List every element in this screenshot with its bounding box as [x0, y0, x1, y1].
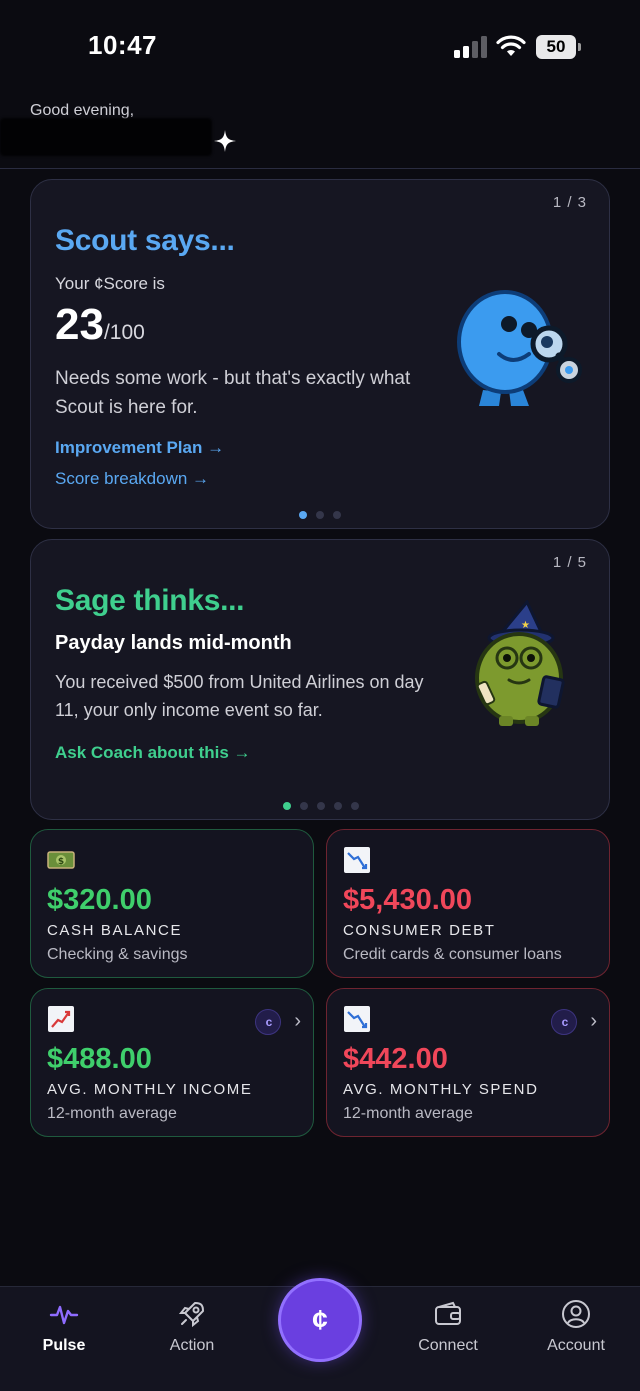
sage-insight-card[interactable]: 1 / 5 Sage thinks... Payday lands mid-mo…	[30, 539, 610, 820]
page-dot[interactable]	[317, 802, 325, 810]
battery-nub	[578, 43, 581, 51]
improvement-plan-link[interactable]: Improvement Plan →	[55, 438, 224, 458]
consumer-debt-value: $5,430.00	[343, 884, 473, 916]
scout-mascot-icon	[457, 290, 582, 406]
wifi-icon	[496, 35, 526, 56]
scout-page-dots[interactable]	[299, 511, 341, 519]
cash-balance-title: CASH BALANCE	[47, 922, 183, 939]
coin-badge-icon[interactable]	[255, 1009, 282, 1035]
status-bar: 10:47 50	[0, 0, 640, 90]
account-icon	[562, 1300, 590, 1328]
avg-spend-value: $442.00	[343, 1043, 448, 1075]
tab-connect-label: Connect	[418, 1337, 478, 1354]
redacted-username	[0, 118, 212, 156]
tab-pulse-label: Pulse	[42, 1337, 86, 1354]
battery-icon: 50	[536, 35, 576, 59]
cash-balance-value: $320.00	[47, 884, 152, 916]
tab-pulse[interactable]: Pulse	[9, 1299, 119, 1369]
cash-balance-card[interactable]: $ $320.00 CASH BALANCE Checking & saving…	[30, 829, 314, 978]
consumer-debt-subtitle: Credit cards & consumer loans	[343, 946, 562, 963]
scout-heading: Scout says...	[55, 224, 235, 257]
page-dot[interactable]	[333, 511, 341, 519]
tab-account[interactable]: Account	[521, 1299, 631, 1369]
sparkle-icon	[214, 130, 236, 152]
sage-subtitle: Payday lands mid-month	[55, 632, 292, 654]
page-dot[interactable]	[300, 802, 308, 810]
wallet-icon	[435, 1301, 461, 1325]
chart-decreasing-icon	[344, 847, 370, 873]
coin-icon: ¢	[312, 1304, 328, 1335]
center-coin-button[interactable]: ¢	[281, 1281, 359, 1359]
sage-heading: Sage thinks...	[55, 584, 245, 617]
pulse-icon	[49, 1305, 79, 1325]
score-max: /100	[103, 321, 145, 344]
tab-action[interactable]: Action	[137, 1299, 247, 1369]
ask-coach-link[interactable]: Ask Coach about this →	[55, 743, 251, 763]
chevron-right-icon[interactable]: ›	[294, 1009, 301, 1033]
consumer-debt-title: CONSUMER DEBT	[343, 922, 496, 939]
cash-balance-subtitle: Checking & savings	[47, 946, 188, 963]
header-divider	[0, 168, 640, 169]
chart-decreasing-icon	[344, 1006, 370, 1032]
score-description: Needs some work - but that's exactly wha…	[55, 368, 411, 418]
page-dot-active[interactable]	[299, 511, 307, 519]
money-icon: $	[47, 851, 75, 869]
page-dot[interactable]	[316, 511, 324, 519]
page-dot[interactable]	[351, 802, 359, 810]
status-time: 10:47	[88, 30, 157, 60]
sage-description: You received $500 from United Airlines o…	[55, 672, 424, 720]
tab-connect[interactable]: Connect	[393, 1299, 503, 1369]
score-value: 23/100	[55, 300, 145, 350]
avg-income-card[interactable]: › $488.00 AVG. MONTHLY INCOME 12-month a…	[30, 988, 314, 1137]
sage-mascot-icon: ★	[475, 600, 565, 726]
score-breakdown-link[interactable]: Score breakdown →	[55, 469, 209, 489]
scout-insight-card[interactable]: 1 / 3 Scout says... Your ¢Score is 23/10…	[30, 179, 610, 529]
avg-income-subtitle: 12-month average	[47, 1105, 177, 1122]
avg-spend-subtitle: 12-month average	[343, 1105, 473, 1122]
sage-page-dots[interactable]	[283, 802, 359, 810]
tab-action-label: Action	[169, 1337, 215, 1354]
chart-increasing-icon	[48, 1006, 74, 1032]
chevron-right-icon[interactable]: ›	[590, 1009, 597, 1033]
card-counter: 1 / 5	[552, 554, 587, 571]
svg-text:$: $	[58, 857, 64, 867]
consumer-debt-card[interactable]: $5,430.00 CONSUMER DEBT Credit cards & c…	[326, 829, 610, 978]
card-counter: 1 / 3	[552, 194, 587, 211]
avg-spend-card[interactable]: › $442.00 AVG. MONTHLY SPEND 12-month av…	[326, 988, 610, 1137]
tab-account-label: Account	[547, 1337, 605, 1354]
svg-text:★: ★	[521, 620, 530, 631]
avg-spend-title: AVG. MONTHLY SPEND	[343, 1081, 539, 1098]
avg-income-title: AVG. MONTHLY INCOME	[47, 1081, 253, 1098]
rocket-icon	[178, 1302, 204, 1328]
page-dot[interactable]	[334, 802, 342, 810]
avg-income-value: $488.00	[47, 1043, 152, 1075]
cellular-signal-icon	[454, 36, 488, 58]
score-number: 23	[55, 300, 104, 349]
coin-badge-icon[interactable]	[551, 1009, 578, 1035]
page-dot-active[interactable]	[283, 802, 291, 810]
score-label: Your ¢Score is	[55, 274, 165, 293]
